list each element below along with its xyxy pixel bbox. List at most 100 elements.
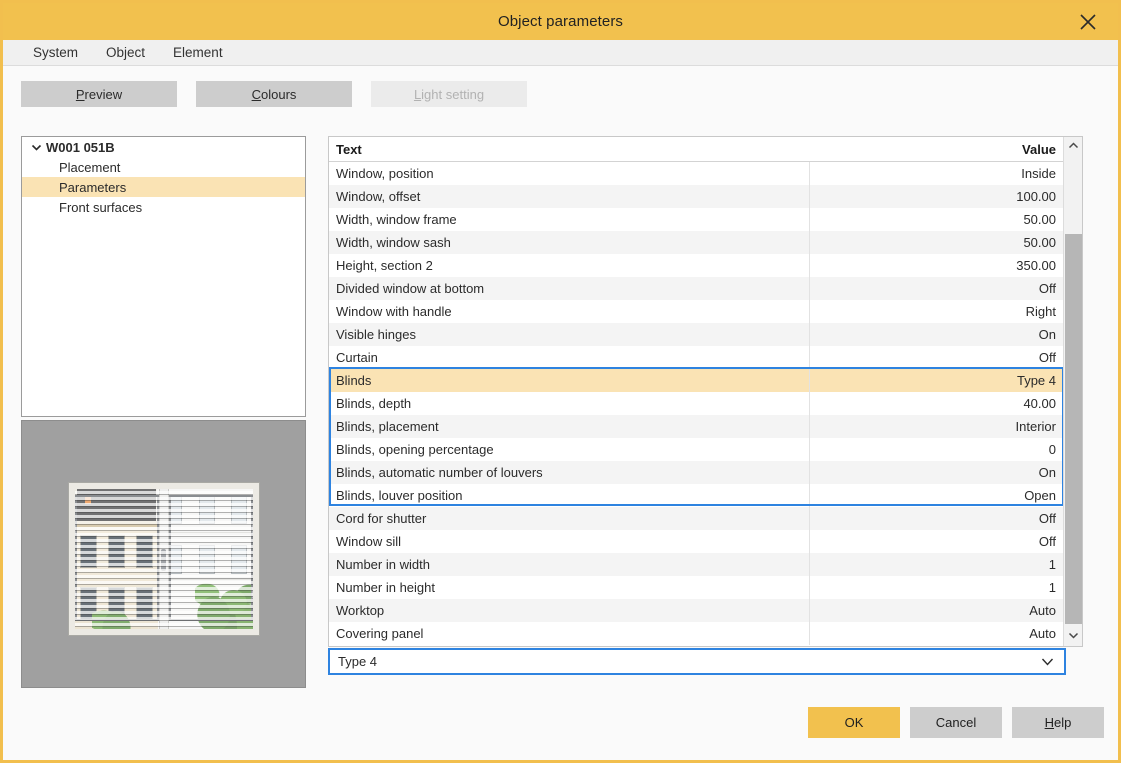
- table-row[interactable]: CurtainOff: [329, 346, 1064, 369]
- window-frame: [69, 483, 259, 635]
- tab-preview[interactable]: Preview: [21, 81, 177, 107]
- tab-colours-label: olours: [261, 87, 296, 102]
- parameter-value: Auto: [810, 599, 1064, 622]
- tab-preview-mnemonic: P: [76, 87, 85, 102]
- table-row[interactable]: Blinds, automatic number of louversOn: [329, 461, 1064, 484]
- parameter-table[interactable]: Text Value Window, positionInsideWindow,…: [328, 136, 1083, 647]
- parameter-value: Inside: [810, 162, 1064, 185]
- tab-preview-label: review: [85, 87, 123, 102]
- table-row[interactable]: Cord for shutterOff: [329, 507, 1064, 530]
- tree-item-parameters[interactable]: Parameters: [22, 177, 305, 197]
- dialog-button-row: OK Cancel Help: [808, 707, 1104, 738]
- parameter-name: Blinds: [329, 369, 810, 392]
- parameter-name: Cord for shutter: [329, 507, 810, 530]
- table-row[interactable]: Divided window at bottomOff: [329, 277, 1064, 300]
- ok-button-label: OK: [845, 715, 864, 730]
- column-header-value[interactable]: Value: [810, 142, 1064, 157]
- table-scrollbar[interactable]: [1063, 137, 1082, 646]
- parameter-value: 40.00: [810, 392, 1064, 415]
- table-row[interactable]: Blinds, opening percentage0: [329, 438, 1064, 461]
- parameter-name: Window sill: [329, 530, 810, 553]
- parameter-name: Width, window frame: [329, 208, 810, 231]
- table-header-row: Text Value: [329, 137, 1064, 162]
- table-body: Window, positionInsideWindow, offset100.…: [329, 162, 1064, 647]
- tree-item-root-label: W001 051B: [46, 140, 115, 155]
- object-tree[interactable]: W001 051B Placement Parameters Front sur…: [21, 136, 306, 417]
- table-row[interactable]: Number in width1: [329, 553, 1064, 576]
- menu-item-system[interactable]: System: [19, 42, 92, 63]
- scroll-up-button[interactable]: [1064, 137, 1083, 156]
- table-row[interactable]: Height, section 2350.00: [329, 254, 1064, 277]
- table-row[interactable]: Window sillOff: [329, 530, 1064, 553]
- cancel-button[interactable]: Cancel: [910, 707, 1002, 738]
- table-row[interactable]: Width, window sash50.00: [329, 231, 1064, 254]
- parameter-name: Curtain: [329, 346, 810, 369]
- parameter-value: Interior: [810, 415, 1064, 438]
- table-row[interactable]: Visible hingesOn: [329, 323, 1064, 346]
- close-button[interactable]: [1064, 3, 1112, 40]
- tree-item-placement[interactable]: Placement: [22, 157, 305, 177]
- parameter-name: Divided window at bottom: [329, 277, 810, 300]
- parameter-name: Blinds, automatic number of louvers: [329, 461, 810, 484]
- tab-light-setting-mnemonic: L: [414, 87, 421, 102]
- cancel-button-label: Cancel: [936, 715, 976, 730]
- parameter-value: 50.00: [810, 208, 1064, 231]
- tab-colours[interactable]: Colours: [196, 81, 352, 107]
- table-row[interactable]: Window, positionInside: [329, 162, 1064, 185]
- scrollbar-thumb[interactable]: [1065, 234, 1082, 624]
- parameter-value: Off: [810, 346, 1064, 369]
- table-row[interactable]: Covering panelAuto: [329, 622, 1064, 645]
- dialog-title: Object parameters: [498, 13, 623, 30]
- parameter-value: 100.00: [810, 185, 1064, 208]
- table-row[interactable]: Window, offset100.00: [329, 185, 1064, 208]
- ok-button[interactable]: OK: [808, 707, 900, 738]
- tree-item-placement-label: Placement: [59, 160, 120, 175]
- value-combobox-value: Type 4: [330, 654, 1030, 669]
- chevron-down-icon[interactable]: [28, 142, 44, 153]
- view-tab-row: Preview Colours Light setting: [21, 81, 527, 107]
- table-row[interactable]: Blinds, louver positionOpen: [329, 484, 1064, 507]
- preview-panel[interactable]: [21, 420, 306, 688]
- parameter-name: Width, window sash: [329, 231, 810, 254]
- help-button[interactable]: Help: [1012, 707, 1104, 738]
- table-row[interactable]: Width, window frame50.00: [329, 208, 1064, 231]
- parameter-value: Open: [810, 484, 1064, 507]
- table-row[interactable]: Window with handleRight: [329, 300, 1064, 323]
- value-combobox[interactable]: Type 4: [328, 648, 1066, 675]
- tab-colours-mnemonic: C: [252, 87, 261, 102]
- parameter-name: Number in height: [329, 576, 810, 599]
- tree-item-front-surfaces[interactable]: Front surfaces: [22, 197, 305, 217]
- tree-item-root[interactable]: W001 051B: [22, 137, 305, 157]
- column-header-text[interactable]: Text: [329, 142, 810, 157]
- parameter-value: 1: [810, 576, 1064, 599]
- parameter-name: Number in width: [329, 553, 810, 576]
- chevron-down-icon[interactable]: [1030, 654, 1064, 669]
- menu-item-object[interactable]: Object: [92, 42, 159, 63]
- parameter-value: On: [810, 461, 1064, 484]
- parameter-name: Visible hinges: [329, 323, 810, 346]
- tab-light-setting-label: ight setting: [421, 87, 484, 102]
- help-button-mnemonic: H: [1045, 715, 1054, 730]
- scroll-down-button[interactable]: [1064, 627, 1083, 646]
- parameter-value: 0: [810, 438, 1064, 461]
- table-row[interactable]: BlindsType 4: [329, 369, 1064, 392]
- table-row[interactable]: Blinds, depth40.00: [329, 392, 1064, 415]
- menu-bar: System Object Element: [3, 40, 1118, 66]
- parameter-name: Blinds, depth: [329, 392, 810, 415]
- parameter-value: Off: [810, 530, 1064, 553]
- table-row[interactable]: WorktopAuto: [329, 599, 1064, 622]
- parameter-name: Window, position: [329, 162, 810, 185]
- parameter-name: Blinds, louver position: [329, 484, 810, 507]
- parameter-name: Blinds, placement: [329, 415, 810, 438]
- table-row[interactable]: Blinds, placementInterior: [329, 415, 1064, 438]
- title-bar: Object parameters: [3, 3, 1118, 40]
- menu-item-element[interactable]: Element: [159, 42, 237, 63]
- table-row[interactable]: Number in height1: [329, 576, 1064, 599]
- object-parameters-dialog: Object parameters System Object Element …: [0, 0, 1121, 763]
- window-3d-preview: [69, 483, 259, 635]
- parameter-value: Auto: [810, 622, 1064, 645]
- help-button-label: elp: [1054, 715, 1071, 730]
- tree-item-parameters-label: Parameters: [59, 180, 126, 195]
- parameter-value: Off: [810, 507, 1064, 530]
- parameter-name: Window, offset: [329, 185, 810, 208]
